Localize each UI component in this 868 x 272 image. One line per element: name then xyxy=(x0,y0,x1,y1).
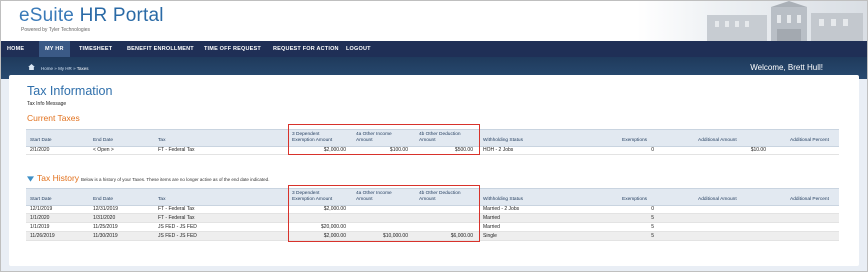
cell-end-date: 1/31/2020 xyxy=(93,215,116,221)
col-tax: Tax xyxy=(158,138,166,143)
powered-by: Powered by Tyler Technologies xyxy=(21,27,91,33)
cell-exemptions: 0 xyxy=(651,206,654,212)
cell-end-date: < Open > xyxy=(93,147,114,153)
portal-logo[interactable]: eSuite HR Portal xyxy=(19,5,164,27)
col-tax: Tax xyxy=(158,197,166,202)
logo-prefix: eSuite xyxy=(19,5,80,26)
tax-history-note: Below is a history of your Taxes. These … xyxy=(81,177,270,182)
welcome-message: Welcome, Brett Hull! xyxy=(750,63,823,72)
cell-withholding-status: Married xyxy=(483,224,500,230)
nav-time-off-request[interactable]: TIME OFF REQUEST xyxy=(204,41,261,57)
breadcrumb-separator: » xyxy=(73,66,76,71)
main-nav: HOME MY HR TIMESHEET BENEFIT ENROLLMENT … xyxy=(1,41,867,57)
col-additional-percent: Additional Percent xyxy=(790,197,829,202)
current-taxes-heading: Current Taxes xyxy=(27,113,80,123)
cell-exemptions: 5 xyxy=(651,233,654,239)
nav-request-for-action[interactable]: REQUEST FOR ACTION xyxy=(273,41,339,57)
page-title: Tax Information xyxy=(27,84,113,98)
triangle-down-icon[interactable] xyxy=(27,176,34,182)
cell-tax: FT - Federal Tax xyxy=(158,206,195,212)
nav-home[interactable]: HOME xyxy=(7,41,24,57)
cell-start-date: 11/26/2019 xyxy=(30,233,55,239)
portal-header: eSuite HR Portal Powered by Tyler Techno… xyxy=(1,1,867,41)
browser-frame: eSuite HR Portal Powered by Tyler Techno… xyxy=(0,0,868,272)
col-additional-percent: Additional Percent xyxy=(790,138,829,143)
col-withholding-status: Withholding Status xyxy=(483,138,523,143)
cell-end-date: 11/25/2019 xyxy=(93,224,118,230)
col-end-date: End Date xyxy=(93,197,114,202)
col-start-date: Start Date xyxy=(30,197,52,202)
nav-benefit-enrollment[interactable]: BENEFIT ENROLLMENT xyxy=(127,41,194,57)
cell-exemptions: 0 xyxy=(651,147,654,153)
cell-withholding-status: Married - 2 Jobs xyxy=(483,206,520,212)
breadcrumb-my-hr[interactable]: My HR xyxy=(58,66,72,71)
breadcrumb-home[interactable]: Home xyxy=(41,66,53,71)
col-end-date: End Date xyxy=(93,138,114,143)
cell-tax: JS FED - JS FED xyxy=(158,224,197,230)
highlight-box-history xyxy=(288,185,480,242)
cell-exemptions: 5 xyxy=(651,215,654,221)
cell-withholding-status: Married xyxy=(483,215,500,221)
col-additional-amount: Additional Amount xyxy=(698,197,737,202)
logo-main: HR Portal xyxy=(79,5,164,26)
col-withholding-status: Withholding Status xyxy=(483,197,523,202)
cell-start-date: 1/1/2019 xyxy=(30,224,50,230)
cell-additional-amount: $10.00 xyxy=(750,147,766,153)
tax-history-heading[interactable]: Tax History xyxy=(37,173,79,183)
cell-start-date: 1/1/2020 xyxy=(30,215,50,221)
col-start-date: Start Date xyxy=(30,138,52,143)
cell-end-date: 12/31/2019 xyxy=(93,206,119,212)
highlight-box-current xyxy=(288,124,480,155)
cell-exemptions: 5 xyxy=(651,224,654,230)
building-banner-image xyxy=(637,1,867,41)
cell-tax: FT - Federal Tax xyxy=(158,147,195,153)
col-additional-amount: Additional Amount xyxy=(698,138,737,143)
breadcrumb-separator: » xyxy=(54,66,57,71)
nav-logout[interactable]: LOGOUT xyxy=(346,41,371,57)
cell-end-date: 11/30/2019 xyxy=(93,233,118,239)
nav-my-hr[interactable]: MY HR xyxy=(39,41,70,57)
cell-start-date: 2/1/2020 xyxy=(30,147,50,153)
nav-timesheet[interactable]: TIMESHEET xyxy=(79,41,112,57)
tax-info-message: Tax Info Message xyxy=(27,101,67,107)
breadcrumb-current: Taxes xyxy=(76,66,89,71)
cell-withholding-status: HOH - 2 Jobs xyxy=(483,147,514,153)
col-exemptions: Exemptions xyxy=(622,197,648,202)
col-exemptions: Exemptions xyxy=(622,138,648,143)
cell-tax: JS FED - JS FED xyxy=(158,233,197,239)
breadcrumb: Home » My HR » Taxes xyxy=(31,66,89,71)
cell-withholding-status: Single xyxy=(483,233,497,239)
cell-start-date: 12/1/2019 xyxy=(30,206,53,212)
cell-tax: FT - Federal Tax xyxy=(158,215,195,221)
